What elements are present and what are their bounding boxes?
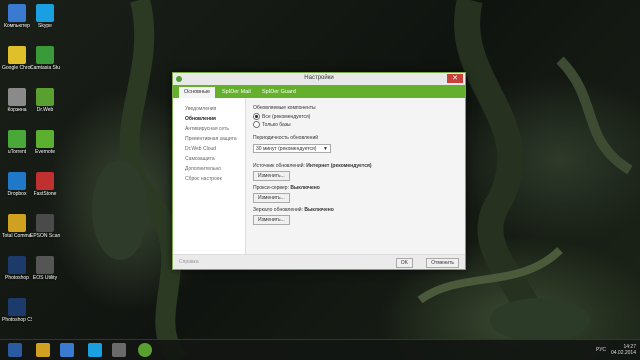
desktop-icon[interactable]: Dr.Web (30, 88, 60, 113)
radio-all-label: Все (рекомендуется) (262, 113, 311, 120)
settings-window: Настройки ✕ Основные SpIDer Mail SpIDer … (172, 72, 466, 270)
frequency-select[interactable]: 30 минут (рекомендуется) ▼ (253, 144, 331, 153)
proxy-label: Прокси-сервер: (253, 185, 289, 191)
desktop-icon-label: Camtasia Studio 8 (30, 65, 60, 71)
source-label: Источник обновлений: (253, 163, 305, 169)
desktop-icon-label: Total Commander (2, 233, 32, 239)
desktop-icon[interactable]: Evernote (30, 130, 60, 155)
sidebar-item-advanced[interactable]: Дополнительно (173, 164, 245, 174)
window-footer: Справка OK Отменить (173, 254, 465, 269)
tab-spider-guard[interactable]: SpIDer Guard (257, 87, 301, 98)
change-proxy-button[interactable]: Изменить... (253, 193, 290, 203)
sidebar-item-reset[interactable]: Сброс настроек (173, 174, 245, 184)
sidebar-item-notifications[interactable]: Уведомления (173, 104, 245, 114)
start-button[interactable] (8, 343, 22, 357)
window-title: Настройки (304, 75, 334, 81)
total-commander-icon (8, 214, 26, 232)
desktop-icon-label: Dropbox (7, 191, 27, 197)
recycle-bin-icon (8, 88, 26, 106)
components-label: Обновляемые компоненты (253, 105, 316, 111)
source-row: Источник обновлений: Интернет (рекоменду… (253, 163, 372, 169)
change-mirror-button[interactable]: Изменить... (253, 215, 290, 225)
photoshop-cs6-icon (8, 298, 26, 316)
sidebar-item-updates[interactable]: Обновления (173, 114, 245, 124)
desktop-icon[interactable]: Skype (30, 4, 60, 29)
tab-main[interactable]: Основные (179, 87, 216, 98)
desktop-icon[interactable]: Photoshop (2, 256, 32, 281)
radio-bases-option[interactable]: Только базы (253, 121, 291, 128)
mirror-value: Выключено (304, 207, 334, 213)
language-indicator[interactable]: РУС (596, 347, 606, 353)
desktop-icon-label: Компьютер (4, 23, 30, 29)
change-source-button[interactable]: Изменить... (253, 171, 290, 181)
evernote-icon (36, 130, 54, 148)
camtasia-icon (36, 46, 54, 64)
close-button[interactable]: ✕ (447, 74, 463, 83)
sidebar-item-antivirus-network[interactable]: Антивирусная сеть (173, 124, 245, 134)
desktop-icon[interactable]: FastStone (30, 172, 60, 197)
desktop-icon-label: Google Chrome (2, 65, 32, 71)
ie-icon[interactable] (60, 343, 74, 357)
mirror-label: Зеркало обновлений: (253, 207, 303, 213)
cancel-button[interactable]: Отменить (426, 258, 459, 268)
proxy-value: Выключено (290, 185, 320, 191)
explorer-icon[interactable] (36, 343, 50, 357)
radio-bases-label: Только базы (262, 121, 291, 128)
chrome-icon (8, 46, 26, 64)
skype-icon (36, 4, 54, 22)
radio-all[interactable] (253, 113, 260, 120)
sidebar-item-drweb-cloud[interactable]: Dr.Web Cloud (173, 144, 245, 154)
desktop-icon[interactable]: Google Chrome (2, 46, 32, 71)
desktop-icon-label: Photoshop (5, 275, 29, 281)
taskbar: РУС 14:27 04.02.2014 (0, 339, 640, 360)
desktop-icon[interactable]: Компьютер (2, 4, 32, 29)
drweb-icon (36, 88, 54, 106)
help-link[interactable]: Справка (179, 259, 199, 265)
clock-date: 04.02.2014 (610, 350, 636, 356)
computer-icon (8, 4, 26, 22)
desktop-icon[interactable]: Camtasia Studio 8 (30, 46, 60, 71)
camtasia-taskbar-icon[interactable] (112, 343, 126, 357)
desktop-icon-label: FastStone (33, 191, 57, 197)
sidebar-item-self-protection[interactable]: Самозащита (173, 154, 245, 164)
title-bar: Настройки ✕ (173, 73, 465, 85)
tab-spider-mail[interactable]: SpIDer Mail (217, 87, 256, 98)
desktop-icon-label: Skype (38, 23, 52, 29)
desktop-icon-label: EPSON Scan (30, 233, 60, 239)
desktop-icon-label: Dr.Web (36, 107, 54, 113)
desktop-icon-label: Photoshop CS6 (2, 317, 32, 323)
desktop-icon[interactable]: EPSON Scan (30, 214, 60, 239)
dropbox-icon (8, 172, 26, 190)
settings-sidebar: Уведомления Обновления Антивирусная сеть… (173, 98, 246, 255)
desktop-icon[interactable]: Total Commander (2, 214, 32, 239)
desktop-icon-label: EOS Utility (32, 275, 58, 281)
mirror-row: Зеркало обновлений: Выключено (253, 207, 334, 213)
desktop-icon[interactable]: Photoshop CS6 (2, 298, 32, 323)
desktop-icon[interactable]: Dropbox (2, 172, 32, 197)
ok-button[interactable]: OK (395, 258, 413, 268)
desktop-icon-label: uTorrent (7, 149, 27, 155)
drweb-taskbar-icon[interactable] (138, 343, 152, 357)
epson-scan-icon (36, 214, 54, 232)
radio-bases[interactable] (253, 121, 260, 128)
desktop-icon[interactable]: uTorrent (2, 130, 32, 155)
clock[interactable]: 14:27 04.02.2014 (611, 344, 636, 356)
photoshop-icon (8, 256, 26, 274)
desktop-icon[interactable]: Корзина (2, 88, 32, 113)
skype-taskbar-icon[interactable] (88, 343, 102, 357)
desktop-icon[interactable]: EOS Utility (30, 256, 60, 281)
chevron-down-icon: ▼ (323, 146, 328, 152)
desktop-icon-label: Evernote (34, 149, 55, 155)
radio-all-option[interactable]: Все (рекомендуется) (253, 113, 310, 120)
frequency-label: Периодичность обновлений (253, 135, 319, 141)
faststone-icon (36, 172, 54, 190)
tab-bar: Основные SpIDer Mail SpIDer Guard (173, 85, 465, 98)
frequency-value: 30 минут (рекомендуется) (256, 146, 317, 152)
utorrent-icon (8, 130, 26, 148)
sidebar-item-preventive-protection[interactable]: Превентивная защита (173, 134, 245, 144)
desktop-icon-label: Корзина (7, 107, 27, 113)
source-value: Интернет (рекомендуется) (306, 163, 372, 169)
proxy-row: Прокси-сервер: Выключено (253, 185, 320, 191)
eos-utility-icon (36, 256, 54, 274)
